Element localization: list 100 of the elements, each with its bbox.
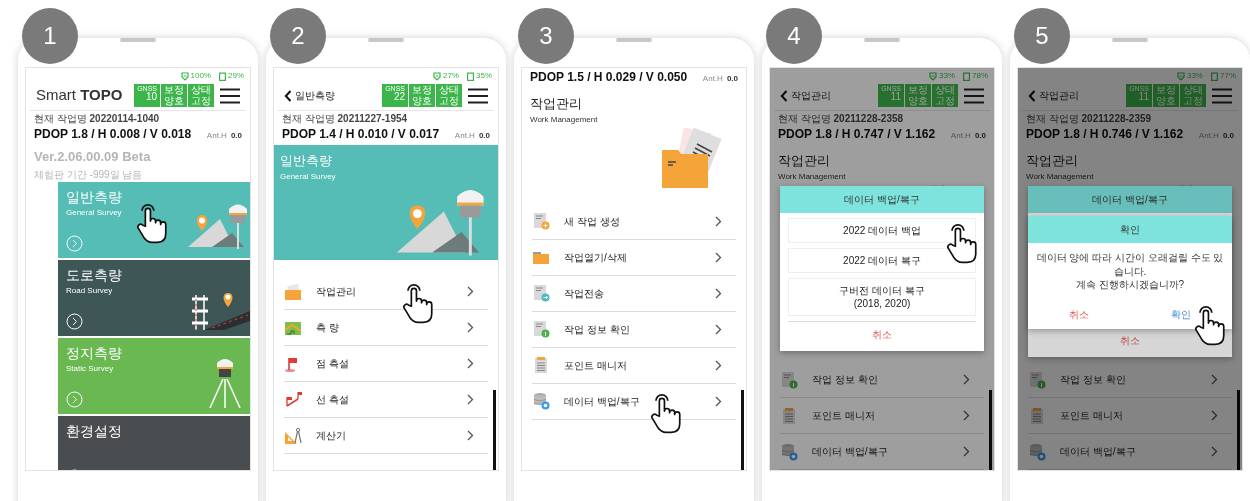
chevron-right-icon (715, 287, 722, 299)
document-info-icon (532, 320, 550, 338)
menu-row[interactable]: 선 측설 (284, 382, 488, 418)
database-icon (532, 392, 550, 410)
status-value: 양호 (412, 95, 432, 106)
clipboard-icon (780, 406, 798, 425)
menu-row[interactable]: 포인트 매니저 (780, 398, 984, 434)
arrow-circle-icon (66, 312, 83, 330)
row-label: 계산기 (316, 429, 346, 443)
status-value: 10 (145, 92, 157, 103)
menu-row[interactable]: 작업 정보 확인 (1028, 362, 1232, 398)
battery-percent: 77% (1220, 70, 1236, 82)
row-label: 측 량 (316, 321, 339, 335)
chevron-right-icon (467, 358, 474, 369)
chevron-right-icon (963, 374, 970, 385)
status-value: 11 (890, 92, 901, 103)
survey-card[interactable]: 환경설정 (58, 415, 250, 470)
dialog-option[interactable]: 구버전 데이터 복구 (2018, 2020) (788, 278, 976, 316)
row-label: 포인트 매니저 (812, 409, 875, 423)
row-label: 포인트 매니저 (564, 358, 627, 373)
menu-row[interactable]: 작업전송 (532, 275, 736, 312)
menu-row[interactable]: 계산기 (284, 418, 488, 454)
card-title: 정지측량 (66, 345, 123, 361)
menu-row[interactable]: 포인트 매니저 (1028, 398, 1232, 434)
clipboard-icon (532, 356, 550, 374)
section-title: 작업관리 (530, 95, 583, 113)
chevron-right-icon (715, 359, 722, 371)
menu-row[interactable]: 측 량 (284, 310, 488, 346)
speaker-slot (1112, 38, 1148, 42)
chevron-right-icon (467, 286, 474, 297)
document-arrow-icon (532, 284, 550, 302)
status-value: 고정 (1183, 95, 1203, 106)
status-value: 양호 (908, 95, 928, 106)
row-label: 새 작업 생성 (564, 214, 620, 229)
menu-icon[interactable] (468, 87, 488, 104)
survey-card[interactable]: 도로측량 Road Survey (58, 259, 250, 336)
menu-icon[interactable] (220, 87, 240, 104)
step-number: 3 (518, 8, 574, 64)
status-value: 양호 (1156, 95, 1176, 106)
job-name: 현재 작업명 20211227-1954 (281, 112, 409, 125)
document-plus-icon (532, 212, 550, 230)
battery-icon (219, 71, 226, 81)
battery-icon (963, 71, 970, 81)
database-icon (780, 442, 798, 461)
row-label: 작업전송 (564, 286, 604, 301)
dialog-title: 데이터 백업/복구 (1028, 186, 1232, 213)
menu-row[interactable]: 새 작업 생성 (532, 203, 736, 240)
card-subtitle: Static Survey (66, 362, 115, 375)
version-text: Ver.2.06.00.09 Beta (33, 148, 152, 166)
antenna-height-value: 0.0 (478, 130, 490, 142)
dialog-title: 데이터 백업/복구 (780, 186, 984, 213)
cancel-button[interactable]: 취소 (1028, 299, 1130, 329)
signal-percent: 27% (442, 70, 459, 82)
menu-row[interactable]: 작업 정보 확인 (532, 311, 736, 348)
document-info-icon (1028, 370, 1046, 389)
card-title: 환경설정 (66, 423, 123, 439)
signal-percent: 100% (190, 70, 211, 82)
chevron-right-icon (715, 251, 722, 263)
menu-row[interactable]: 데이터 백업/복구 (1028, 434, 1232, 470)
chevron-right-icon (963, 446, 970, 457)
arrow-circle-icon (66, 234, 83, 252)
confirm-button[interactable]: 확인 (1130, 299, 1232, 329)
back-icon[interactable] (284, 89, 292, 102)
chevron-right-icon (715, 395, 722, 407)
battery-icon (1211, 71, 1218, 81)
card-subtitle: Road Survey (66, 284, 114, 297)
dialog-message: 데이터 양에 따라 시간이 오래걸릴 수도 있습니다. 계속 진행하시겠습니까? (1035, 251, 1225, 292)
antenna-height-value: 0.0 (1222, 130, 1234, 142)
pdop-reading: PDOP 1.8 / H 0.008 / V 0.018 (34, 126, 192, 143)
card-title: 도로측량 (66, 267, 123, 283)
row-label: 데이터 백업/복구 (564, 394, 640, 409)
menu-row[interactable]: 작업 정보 확인 (780, 362, 984, 398)
status-value: 11 (1138, 92, 1149, 103)
status-label: 보정 (1156, 85, 1176, 96)
menu-row[interactable]: 데이터 백업/복구 (780, 434, 984, 470)
row-label: 데이터 백업/복구 (1060, 445, 1136, 459)
arrow-circle-icon (66, 390, 83, 408)
dialog-option[interactable]: 2022 데이터 백업 (788, 218, 976, 243)
pdop-reading: PDOP 1.8 / H 0.747 / V 1.162 (778, 126, 936, 143)
status-label: 상태 (935, 85, 955, 96)
app-logo: Smart TOPO (36, 85, 123, 106)
menu-row[interactable]: 포인트 매니저 (532, 347, 736, 384)
speaker-slot (368, 38, 404, 42)
card-subtitle: General Survey (66, 206, 123, 219)
row-label: 점 측설 (316, 357, 349, 371)
banner-title: 일반측량 (280, 152, 333, 170)
row-label: 작업관리 (316, 285, 356, 299)
chevron-right-icon (1211, 410, 1218, 421)
section-title: 작업관리 (1026, 152, 1079, 170)
menu-row[interactable]: 작업열기/삭제 (532, 239, 736, 276)
back-icon[interactable] (780, 89, 788, 102)
menu-icon[interactable] (964, 87, 984, 104)
pdop-reading: PDOP 1.4 / H 0.010 / V 0.017 (282, 126, 440, 143)
status-value: 22 (393, 92, 405, 103)
status-value: 고정 (439, 95, 459, 106)
antenna-height-value: 0.0 (230, 130, 242, 142)
dialog-option[interactable]: 2022 데이터 복구 (788, 248, 976, 273)
menu-row[interactable]: 점 측설 (284, 346, 488, 382)
chevron-right-icon (715, 323, 722, 335)
trial-period-text: 체험판 기간 -999일 남음 (33, 167, 144, 182)
